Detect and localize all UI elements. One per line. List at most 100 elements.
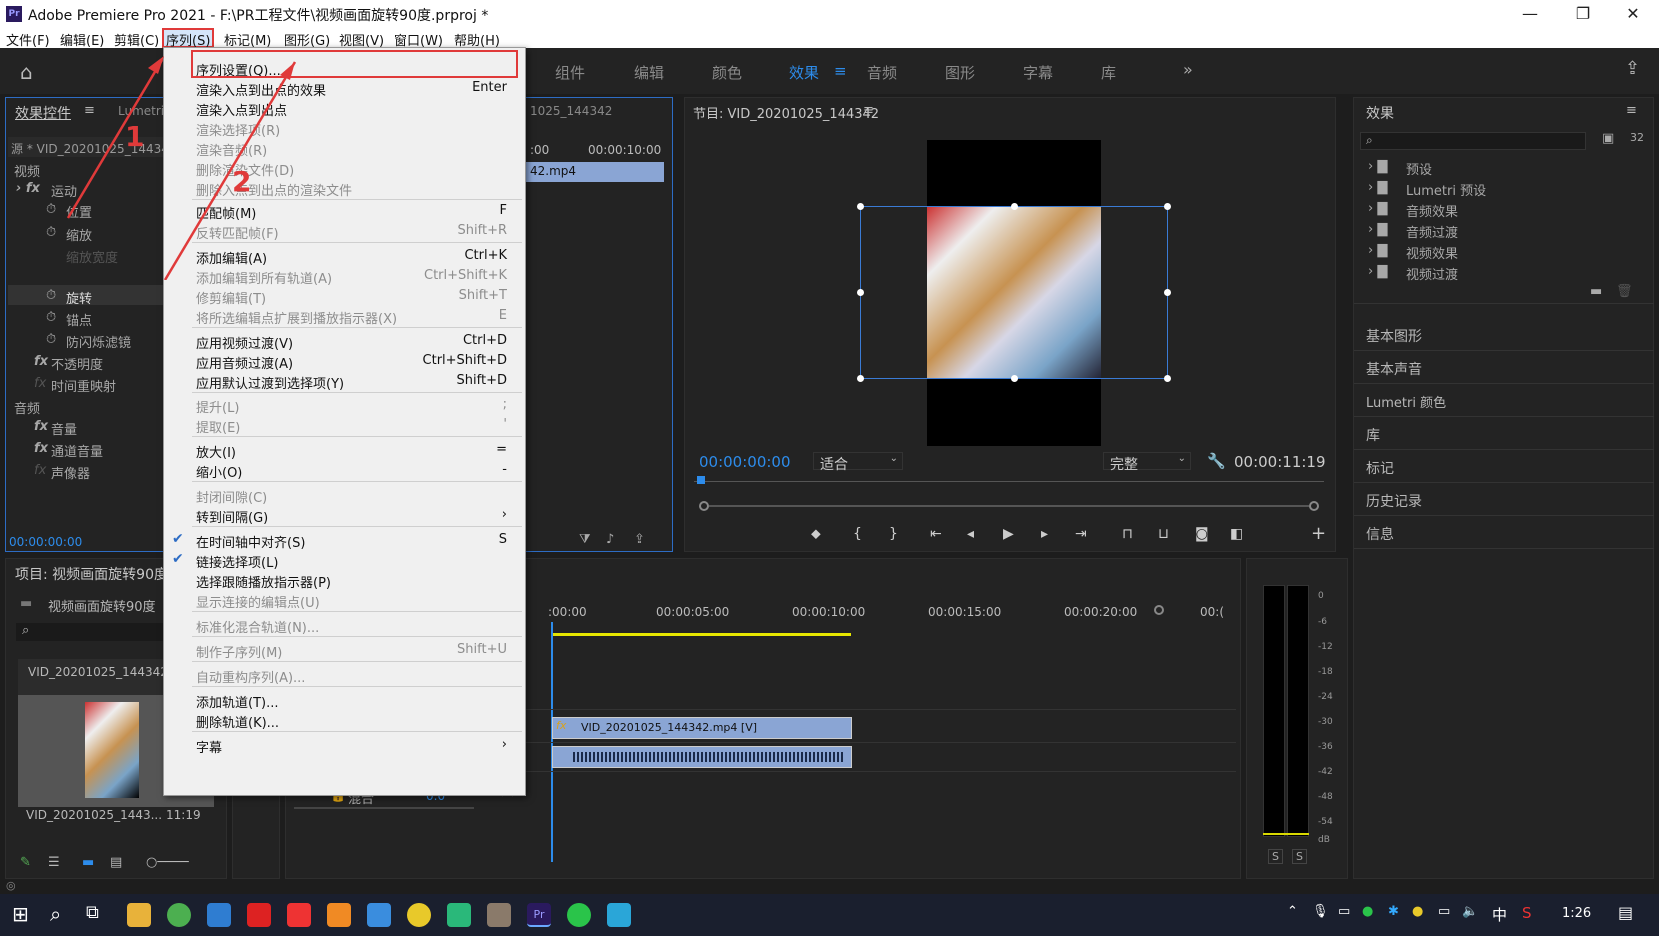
workspace-captions[interactable]: 字幕 [1023, 62, 1053, 83]
mini-timeline-clip[interactable]: 42.mp4 [526, 162, 664, 182]
freeform-view-icon[interactable]: ▤ [110, 855, 122, 870]
camera-icon[interactable]: ◙ [1195, 526, 1209, 542]
transform-handle[interactable] [857, 203, 864, 210]
trash-icon[interactable]: 🗑 [1616, 284, 1633, 299]
play-audio-icon[interactable]: ♪ [606, 532, 614, 547]
pencil-icon[interactable]: ✎ [20, 855, 31, 870]
add-marker-icon[interactable]: ⬥ [811, 526, 821, 542]
more-workspaces-icon[interactable]: » [1183, 60, 1193, 79]
workspace-graphics[interactable]: 图形 [945, 62, 975, 83]
transform-bounding-box[interactable] [857, 203, 1171, 382]
menu-item-30[interactable]: 删除轨道(K)... [164, 710, 525, 731]
transform-handle[interactable] [857, 289, 864, 296]
compare-icon[interactable]: ◧ [1230, 526, 1243, 542]
32-bit-icon[interactable]: 32 [1630, 131, 1644, 144]
add-button-icon[interactable]: + [1311, 523, 1326, 544]
export-icon[interactable]: ⇪ [634, 532, 645, 547]
tray-wechat-icon[interactable]: ● [1362, 904, 1373, 919]
folder-icon[interactable]: ▬ [1590, 284, 1602, 299]
menu-item-24[interactable]: 选择跟随播放指示器(P) [164, 570, 525, 591]
transform-handle[interactable] [1011, 203, 1018, 210]
stopwatch-icon[interactable]: ⏱ [46, 310, 56, 325]
effects-item-presets[interactable]: 预设 [1406, 159, 1432, 178]
workspace-assembly[interactable]: 组件 [555, 62, 585, 83]
transform-handle[interactable] [1164, 375, 1171, 382]
program-timecode[interactable]: 00:00:00:00 [699, 453, 791, 471]
go-to-in-icon[interactable]: ⇤ [930, 526, 942, 542]
pdf-reader-icon[interactable] [247, 903, 271, 927]
go-to-out-icon[interactable]: ⇥ [1075, 526, 1087, 542]
transform-handle[interactable] [1011, 375, 1018, 382]
step-back-icon[interactable]: ◂ [967, 526, 974, 542]
playhead-marker[interactable] [697, 476, 705, 484]
stopwatch-icon[interactable]: ⏱ [46, 332, 56, 347]
menu-item-31[interactable]: 字幕 › [164, 735, 525, 756]
close-icon[interactable]: ✕ [1610, 2, 1656, 26]
windows-start-icon[interactable]: ⊞ [12, 902, 29, 926]
tray-ime[interactable]: 中 [1492, 904, 1507, 925]
tray-chevron-icon[interactable]: ⌃ [1287, 904, 1298, 919]
effects-item-lumetri-presets[interactable]: Lumetri 预设 [1406, 180, 1486, 199]
file-explorer-icon[interactable] [127, 903, 151, 927]
task-view-icon[interactable]: ⧉ [86, 902, 99, 923]
list-view-icon[interactable]: ☰ [48, 855, 60, 870]
restore-icon[interactable]: ❐ [1560, 2, 1606, 26]
menu-item-18[interactable]: 放大(I) = [164, 440, 525, 461]
section-history[interactable]: 历史记录 [1366, 491, 1422, 511]
minimize-icon[interactable]: — [1507, 2, 1553, 26]
section-lumetri-color[interactable]: Lumetri 颜色 [1366, 392, 1446, 411]
section-markers[interactable]: 标记 [1366, 458, 1394, 478]
menu-item-15[interactable]: 应用默认过渡到选择项(Y) Shift+D [164, 371, 525, 392]
zoom-handle-left[interactable] [699, 501, 709, 511]
notification-icon[interactable]: ▤ [1618, 903, 1633, 922]
section-essential-graphics[interactable]: 基本图形 [1366, 326, 1422, 346]
menu-item-22[interactable]: ✔ 在时间轴中对齐(S) S [164, 530, 525, 551]
tree-scale[interactable]: 缩放 [66, 225, 92, 244]
tray-clock[interactable]: 1:26 [1562, 906, 1591, 921]
tray-mic-icon[interactable]: 🎙 [1312, 904, 1329, 919]
extract-icon[interactable]: ⊔ [1158, 526, 1169, 542]
new-bin-icon[interactable]: ▣ [1602, 131, 1614, 146]
play-icon[interactable]: ▶ [1003, 526, 1014, 542]
effect-controls-timecode[interactable]: 00:00:00:00 [9, 535, 82, 549]
app-blue-icon[interactable] [367, 903, 391, 927]
section-libraries[interactable]: 库 [1366, 425, 1380, 445]
premiere-taskbar-icon[interactable]: Pr [527, 903, 551, 927]
project-clip-thumbnail[interactable] [85, 702, 139, 798]
effects-item-audio-effects[interactable]: 音频效果 [1406, 201, 1458, 220]
tray-app-icon[interactable]: ● [1412, 904, 1423, 919]
quality-select[interactable]: 完整 [1110, 454, 1138, 474]
tree-time-remap[interactable]: 时间重映射 [51, 376, 116, 395]
timeline-zoom-scrollbar[interactable] [294, 807, 474, 809]
tree-antiflicker[interactable]: 防闪烁滤镜 [66, 332, 131, 351]
filter-icon[interactable]: ⧩ [579, 532, 591, 547]
tray-network-icon[interactable]: ▭ [1438, 904, 1450, 919]
workspace-editing[interactable]: 编辑 [634, 62, 664, 83]
tray-bluetooth-icon[interactable]: ✱ [1388, 904, 1399, 919]
tree-anchor[interactable]: 锚点 [66, 310, 92, 329]
icon-view-icon[interactable]: ▬ [82, 855, 94, 870]
wrench-icon[interactable]: 🔧 [1207, 452, 1226, 470]
effects-item-video-effects[interactable]: 视频效果 [1406, 243, 1458, 262]
lift-icon[interactable]: ⊓ [1122, 526, 1133, 542]
workspace-effects[interactable]: 效果 [789, 62, 819, 83]
workspace-libraries[interactable]: 库 [1101, 62, 1116, 83]
tree-channel-volume[interactable]: 通道音量 [51, 441, 103, 460]
transform-handle[interactable] [1164, 289, 1171, 296]
effects-item-audio-transitions[interactable]: 音频过渡 [1406, 222, 1458, 241]
panel-menu-icon[interactable]: ≡ [863, 103, 874, 118]
app-green-icon[interactable] [447, 903, 471, 927]
work-area-bar[interactable] [551, 633, 851, 636]
app-red-icon[interactable] [287, 903, 311, 927]
home-icon[interactable]: ⌂ [20, 60, 33, 84]
meter-solo-left[interactable]: S [1268, 849, 1283, 864]
tree-panner[interactable]: 声像器 [51, 463, 90, 482]
menu-item-23[interactable]: ✔ 链接选择项(L) [164, 550, 525, 571]
timeline-video-clip[interactable]: VID_20201025_144342.mp4 [V] [552, 717, 852, 739]
meter-solo-right[interactable]: S [1292, 849, 1307, 864]
section-essential-sound[interactable]: 基本声音 [1366, 359, 1422, 379]
track-scroll-handle[interactable] [1154, 605, 1164, 615]
app-shield-icon[interactable] [607, 903, 631, 927]
tray-volume-icon[interactable]: 🔈 [1462, 904, 1478, 919]
search-icon[interactable]: ⌕ [50, 902, 61, 926]
